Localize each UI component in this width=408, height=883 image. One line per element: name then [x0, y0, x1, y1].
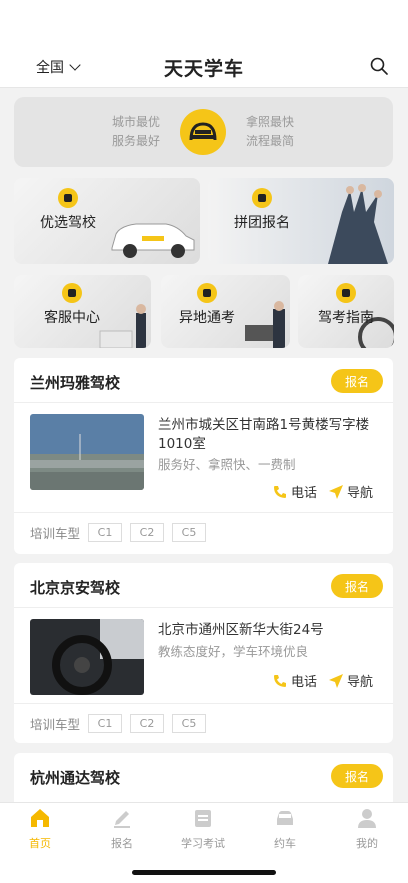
navigate-button[interactable]: 导航: [328, 482, 373, 501]
tile-group-enroll[interactable]: 拼团报名: [208, 178, 394, 264]
car-image: [111, 223, 195, 258]
car-type-chip: C1: [88, 523, 123, 542]
school-tags: 教练态度好，学车环境优良: [158, 644, 309, 659]
home-icon: [31, 809, 49, 827]
pencil-icon: [114, 811, 130, 828]
school-card[interactable]: 北京京安驾校 报名 北京市通州区新华大街24号 教练态度好，学车环境优良 电话 …: [14, 563, 393, 743]
tab-enroll[interactable]: 报名: [92, 807, 152, 851]
tile-exam-guide[interactable]: 驾考指南: [298, 275, 394, 348]
tab-study-exam[interactable]: 学习考试: [173, 807, 233, 851]
divider: [14, 512, 393, 513]
divider: [14, 607, 393, 608]
steering-wheel-icon: [58, 188, 78, 208]
search-icon[interactable]: [370, 57, 388, 75]
transfer-icon: [197, 283, 217, 303]
tile-label: 拼团报名: [234, 215, 290, 231]
divider: [14, 402, 393, 403]
tile-customer-service[interactable]: 客服中心: [14, 275, 151, 348]
tab-book-car[interactable]: 约车: [255, 807, 315, 851]
car-types: 培训车型 C1 C2 C5: [30, 523, 207, 542]
banner-right-text: 拿照最快 流程最简: [246, 115, 295, 148]
enroll-button[interactable]: 报名: [331, 369, 383, 393]
car-icon: [277, 811, 293, 825]
compass-icon: [336, 283, 356, 303]
call-button[interactable]: 电话: [272, 671, 317, 690]
school-card[interactable]: 兰州玛雅驾校 报名 兰州市城关区甘南路1号黄楼写字楼1010室 服务好、拿照快、…: [14, 358, 393, 554]
car-types-label: 培训车型: [30, 717, 81, 732]
call-button[interactable]: 电话: [272, 482, 317, 501]
divider: [14, 703, 393, 704]
tile-label: 优选驾校: [40, 215, 96, 231]
header: 全国 天天学车: [0, 0, 408, 88]
service-desk-image: [99, 304, 146, 348]
promo-banner[interactable]: 城市最优 服务最好 拿照最快 流程最简: [14, 97, 393, 167]
phone-icon: [274, 674, 286, 687]
home-indicator: [132, 870, 276, 875]
tile-remote-exam[interactable]: 异地通考: [161, 275, 290, 348]
car-type-chip: C5: [172, 523, 207, 542]
car-types: 培训车型 C1 C2 C5: [30, 714, 207, 733]
brand-logo-icon: [180, 109, 226, 155]
car-types-label: 培训车型: [30, 526, 81, 541]
team-hands-image: [328, 184, 388, 264]
page-title: 天天学车: [163, 58, 244, 80]
navigate-button[interactable]: 导航: [328, 671, 373, 690]
school-name: 兰州玛雅驾校: [30, 374, 121, 392]
banner-left-text: 城市最优 服务最好: [112, 115, 161, 148]
tab-home[interactable]: 首页: [10, 807, 70, 851]
tab-mine[interactable]: 我的: [337, 807, 397, 851]
tile-label: 客服中心: [44, 310, 100, 326]
school-tags: 服务好、拿照快、一费制: [158, 457, 296, 472]
enroll-button[interactable]: 报名: [331, 574, 383, 598]
tile-label: 驾考指南: [318, 310, 374, 326]
school-photo: [30, 414, 144, 490]
navigation-arrow-icon: [329, 673, 343, 688]
person-laptop-image: [245, 301, 285, 348]
school-address: 北京市通州区新华大街24号: [158, 622, 324, 638]
school-address: 兰州市城关区甘南路1号黄楼写字楼1010室: [158, 417, 370, 452]
user-icon: [358, 809, 376, 828]
navigation-arrow-icon: [329, 484, 343, 499]
school-name: 北京京安驾校: [30, 579, 121, 597]
car-type-chip: C2: [130, 714, 165, 733]
school-photo: [30, 619, 144, 695]
headset-icon: [62, 283, 82, 303]
car-type-chip: C5: [172, 714, 207, 733]
car-type-chip: C1: [88, 714, 123, 733]
phone-icon: [274, 485, 286, 498]
tile-preferred-schools[interactable]: 优选驾校: [14, 178, 200, 264]
book-icon: [195, 810, 211, 827]
car-type-chip: C2: [130, 523, 165, 542]
group-icon: [252, 188, 272, 208]
enroll-button[interactable]: 报名: [331, 764, 383, 788]
tile-label: 异地通考: [179, 310, 235, 326]
school-name: 杭州通达驾校: [30, 769, 121, 787]
